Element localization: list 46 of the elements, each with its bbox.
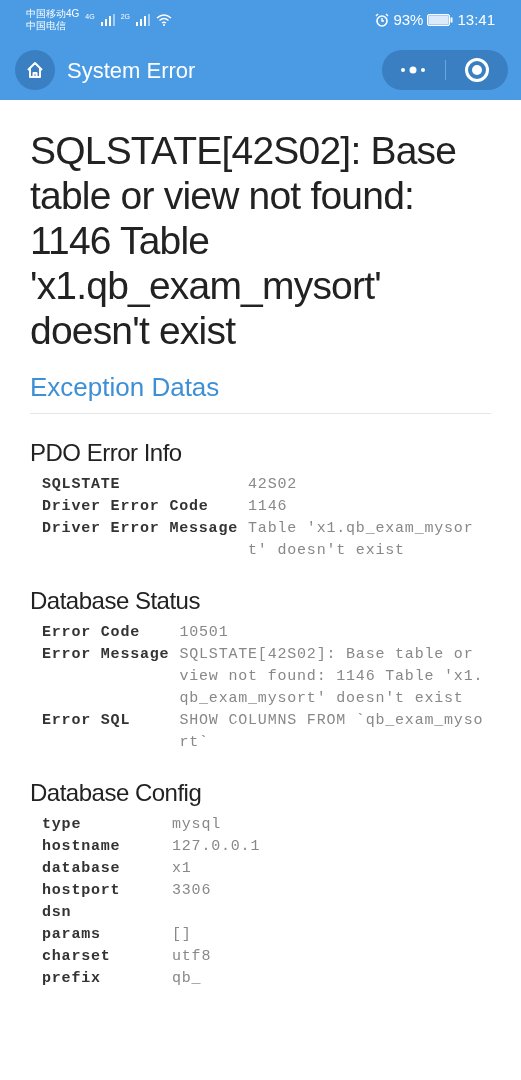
field-value: 1146 [248, 498, 288, 515]
field-name: Error Code [42, 624, 140, 641]
field-value: mysql [172, 816, 221, 833]
field-name: Driver Error Message [42, 520, 239, 537]
error-title: SQLSTATE[42S02]: Base table or view not found: 1146 Table 'x1.qb_exam_mysort' doesn't exist [30, 128, 458, 353]
signal-icon [100, 14, 115, 26]
section-heading: Database Status [30, 586, 201, 616]
exception-heading: Exception Datas [30, 369, 491, 414]
carrier-name: 中国电信 [26, 20, 67, 32]
field-name: prefix [42, 970, 101, 987]
target-icon [463, 57, 490, 83]
field-value: x1 [172, 860, 192, 877]
battery-percent: 93% [393, 9, 424, 30]
wifi-icon [156, 14, 173, 26]
section-heading: Database Config [30, 778, 203, 808]
signal-icon [136, 14, 151, 26]
field-name: hostname [42, 838, 121, 855]
field-value: SHOW COLUMNS FROM `qb_exam_mysort` [179, 712, 484, 751]
carrier-name: 中国移动4G [26, 8, 80, 20]
section-heading: PDO Error Info [30, 438, 183, 468]
page-title: System Error [67, 56, 196, 85]
field-value: 10501 [179, 624, 229, 641]
field-value: qb_ [172, 970, 202, 987]
field-name: charset [42, 948, 111, 965]
home-button[interactable] [15, 50, 55, 90]
field-value: 127.0.0.1 [172, 838, 261, 855]
field-value: Table 'x1.qb_exam_mysort' doesn't exist [248, 520, 474, 559]
more-icon [400, 66, 427, 74]
clock: 13:41 [457, 9, 495, 30]
field-name: type [42, 816, 82, 833]
field-value: SQLSTATE[42S02]: Base table or view not found: 1146 Table 'x1.qb_exam_mysort' doesn't exist [179, 646, 484, 707]
field-name: SQLSTATE [42, 476, 121, 493]
field-value: 3306 [172, 882, 212, 899]
field-name: params [42, 926, 101, 943]
field-value: utf8 [172, 948, 212, 965]
alarm-icon [375, 13, 390, 27]
field-value: 42S02 [248, 476, 298, 493]
battery-icon [427, 14, 454, 26]
field-name: Error Message [42, 646, 170, 663]
field-value: [] [172, 926, 192, 943]
field-name: dsn [42, 904, 72, 921]
field-name: hostport [42, 882, 121, 899]
field-name: Driver Error Code [42, 498, 209, 515]
field-name: Error SQL [42, 712, 131, 729]
home-icon [25, 60, 45, 80]
field-name: database [42, 860, 121, 877]
